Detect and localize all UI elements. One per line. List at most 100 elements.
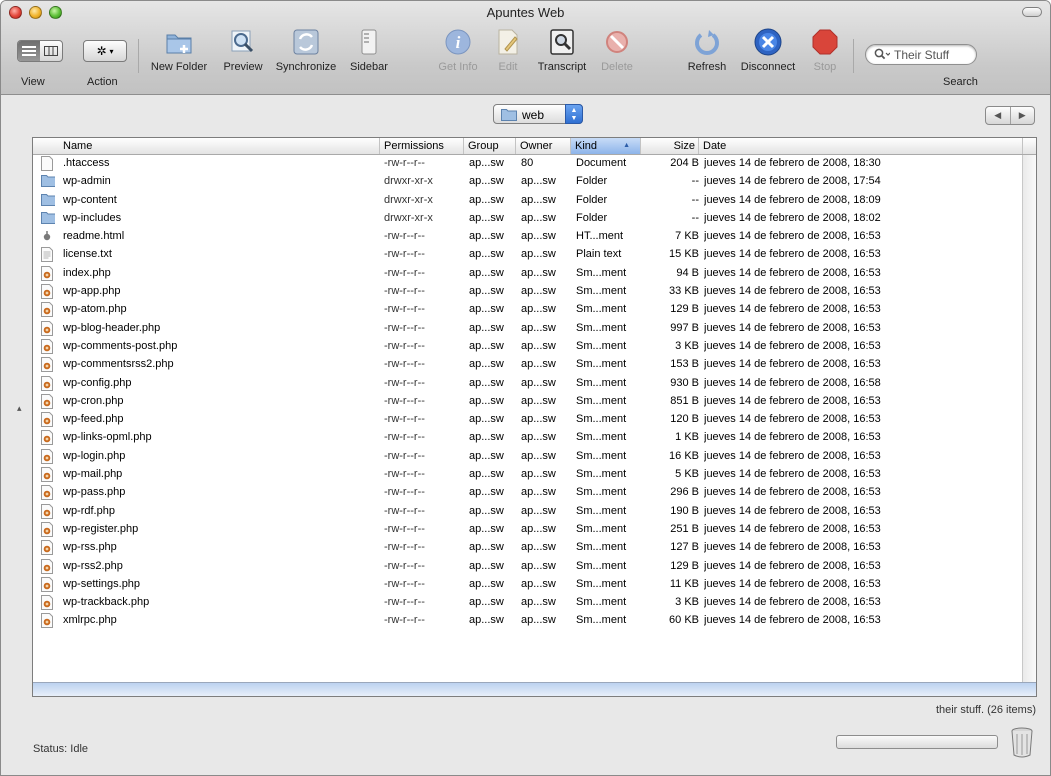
file-row[interactable]: wp-config.php -rw-r--r-- ap...sw ap...sw Sm.… <box>33 375 1023 393</box>
toolbar-toggle-button[interactable] <box>1022 7 1042 17</box>
column-header-kind[interactable]: Kind ▲ <box>571 138 641 154</box>
file-row[interactable]: wp-cron.php -rw-r--r-- ap...sw ap...sw Sm...… <box>33 393 1023 411</box>
file-owner: ap...sw <box>521 358 556 371</box>
file-date: jueves 14 de febrero de 2008, 16:53 <box>704 614 881 627</box>
column-header-permissions[interactable]: Permissions <box>380 138 464 154</box>
column-view-icon[interactable] <box>40 41 62 61</box>
file-row[interactable]: xmlrpc.php -rw-r--r-- ap...sw ap...sw Sm...m… <box>33 612 1023 630</box>
history-navigation[interactable]: ◀ ▶ <box>985 106 1035 125</box>
back-arrow-icon[interactable]: ◀ <box>986 107 1010 124</box>
vertical-scrollbar[interactable] <box>1022 155 1036 682</box>
get-info-button[interactable]: i Get Info <box>433 27 483 73</box>
file-name: wp-login.php <box>63 449 126 462</box>
file-owner: ap...sw <box>521 413 556 426</box>
file-row[interactable]: wp-blog-header.php -rw-r--r-- ap...sw ap...… <box>33 320 1023 338</box>
edit-button[interactable]: Edit <box>491 27 525 73</box>
window-title: Apuntes Web <box>486 5 565 20</box>
sidebar-button[interactable]: Sidebar <box>347 27 391 73</box>
trash-icon[interactable] <box>1010 726 1034 758</box>
file-row[interactable]: wp-admin drwxr-xr-x ap...sw ap...sw Folder --… <box>33 173 1023 191</box>
file-group: ap...sw <box>469 541 504 554</box>
column-header-bar: Name Permissions Group Owner Kind ▲ Size… <box>33 138 1036 155</box>
file-owner: ap...sw <box>521 376 556 389</box>
file-kind: Sm...ment <box>576 614 627 627</box>
refresh-icon <box>695 30 719 55</box>
file-row[interactable]: wp-includes drwxr-xr-x ap...sw ap...sw Folde… <box>33 210 1023 228</box>
file-name: wp-links-opml.php <box>63 431 152 444</box>
file-group: ap...sw <box>469 614 504 627</box>
file-kind: Sm...ment <box>576 413 627 426</box>
file-owner: ap...sw <box>521 577 556 590</box>
file-owner: ap...sw <box>521 468 556 481</box>
column-header-date[interactable]: Date <box>699 138 1023 154</box>
search-icon[interactable] <box>874 48 891 64</box>
disconnect-icon <box>754 28 782 56</box>
action-menu-button[interactable]: ✲ ▾ <box>83 40 127 62</box>
disconnect-button[interactable]: Disconnect <box>737 27 799 73</box>
file-row[interactable]: license.txt -rw-r--r-- ap...sw ap...sw Plain… <box>33 246 1023 264</box>
file-row[interactable]: readme.html -rw-r--r-- ap...sw ap...sw HT...… <box>33 228 1023 246</box>
php-file-icon <box>41 540 55 556</box>
file-row[interactable]: wp-trackback.php -rw-r--r-- ap...sw ap...sw… <box>33 594 1023 612</box>
php-file-icon <box>41 467 55 483</box>
file-kind: Document <box>576 157 627 169</box>
file-row[interactable]: wp-content drwxr-xr-x ap...sw ap...sw Folder… <box>33 192 1023 210</box>
transcript-button[interactable]: Transcript <box>531 27 593 73</box>
file-row[interactable]: .htaccess -rw-r--r-- ap...sw 80 Document 204 … <box>33 155 1023 173</box>
file-row[interactable]: wp-mail.php -rw-r--r-- ap...sw ap...sw Sm...… <box>33 466 1023 484</box>
file-row[interactable]: wp-app.php -rw-r--r-- ap...sw ap...sw Sm...m… <box>33 283 1023 301</box>
file-row[interactable]: wp-pass.php -rw-r--r-- ap...sw ap...sw Sm...… <box>33 484 1023 502</box>
column-header-size[interactable]: Size <box>641 138 699 154</box>
file-row[interactable]: wp-settings.php -rw-r--r-- ap...sw ap...sw S… <box>33 576 1023 594</box>
file-kind: Sm...ment <box>576 596 627 609</box>
get-info-label: Get Info <box>438 61 478 73</box>
file-row[interactable]: wp-login.php -rw-r--r-- ap...sw ap...sw Sm..… <box>33 448 1023 466</box>
file-size: 94 B <box>676 266 699 279</box>
file-name: wp-admin <box>63 175 111 188</box>
search-field[interactable] <box>865 44 977 65</box>
column-header-name[interactable]: Name <box>33 138 380 154</box>
path-popup-button[interactable]: web ▲ ▼ <box>493 104 583 124</box>
forward-arrow-icon[interactable]: ▶ <box>1009 107 1035 124</box>
preview-button[interactable]: Preview <box>221 27 265 73</box>
file-date: jueves 14 de febrero de 2008, 16:53 <box>704 468 881 481</box>
file-row[interactable]: wp-rss.php -rw-r--r-- ap...sw ap...sw Sm...m… <box>33 539 1023 557</box>
file-row[interactable]: index.php -rw-r--r-- ap...sw ap...sw Sm...me… <box>33 265 1023 283</box>
file-size: 7 KB <box>675 230 699 243</box>
refresh-button[interactable]: Refresh <box>683 27 731 73</box>
php-file-icon <box>41 595 55 611</box>
file-size: 15 KB <box>669 248 699 261</box>
synchronize-button[interactable]: Synchronize <box>271 27 341 73</box>
file-kind: Sm...ment <box>576 486 627 499</box>
file-permissions: -rw-r--r-- <box>384 559 425 572</box>
file-row[interactable]: wp-atom.php -rw-r--r-- ap...sw ap...sw Sm...… <box>33 301 1023 319</box>
file-row[interactable]: wp-register.php -rw-r--r-- ap...sw ap...sw S… <box>33 521 1023 539</box>
search-input[interactable] <box>894 48 974 62</box>
horizontal-scrollbar[interactable] <box>33 682 1036 696</box>
file-row[interactable]: wp-rdf.php -rw-r--r-- ap...sw ap...sw Sm...m… <box>33 503 1023 521</box>
file-permissions: -rw-r--r-- <box>384 157 425 169</box>
stop-button[interactable]: Stop <box>807 27 843 73</box>
file-list[interactable]: Name Permissions Group Owner Kind ▲ Size… <box>32 137 1037 697</box>
view-mode-control[interactable] <box>17 40 63 62</box>
list-view-icon[interactable] <box>18 41 40 61</box>
file-row[interactable]: wp-links-opml.php -rw-r--r-- ap...sw ap...s… <box>33 429 1023 447</box>
file-row[interactable]: wp-comments-post.php -rw-r--r-- ap...sw ap.… <box>33 338 1023 356</box>
new-folder-button[interactable]: New Folder <box>149 27 209 73</box>
file-size: 11 KB <box>669 577 699 590</box>
file-owner: ap...sw <box>521 394 556 407</box>
file-row[interactable]: wp-commentsrss2.php -rw-r--r-- ap...sw ap..… <box>33 356 1023 374</box>
column-header-group[interactable]: Group <box>464 138 516 154</box>
delete-button[interactable]: Delete <box>597 27 637 73</box>
file-name: wp-content <box>63 193 117 206</box>
file-owner: ap...sw <box>521 248 556 261</box>
file-date: jueves 14 de febrero de 2008, 16:53 <box>704 266 881 279</box>
file-group: ap...sw <box>469 504 504 517</box>
file-row[interactable]: wp-feed.php -rw-r--r-- ap...sw ap...sw Sm...… <box>33 411 1023 429</box>
file-name: wp-settings.php <box>63 577 141 590</box>
file-name: .htaccess <box>63 157 110 169</box>
file-row[interactable]: wp-rss2.php -rw-r--r-- ap...sw ap...sw Sm...… <box>33 558 1023 576</box>
file-owner: ap...sw <box>521 230 556 243</box>
column-header-owner[interactable]: Owner <box>516 138 571 154</box>
file-name: wp-includes <box>63 211 122 224</box>
